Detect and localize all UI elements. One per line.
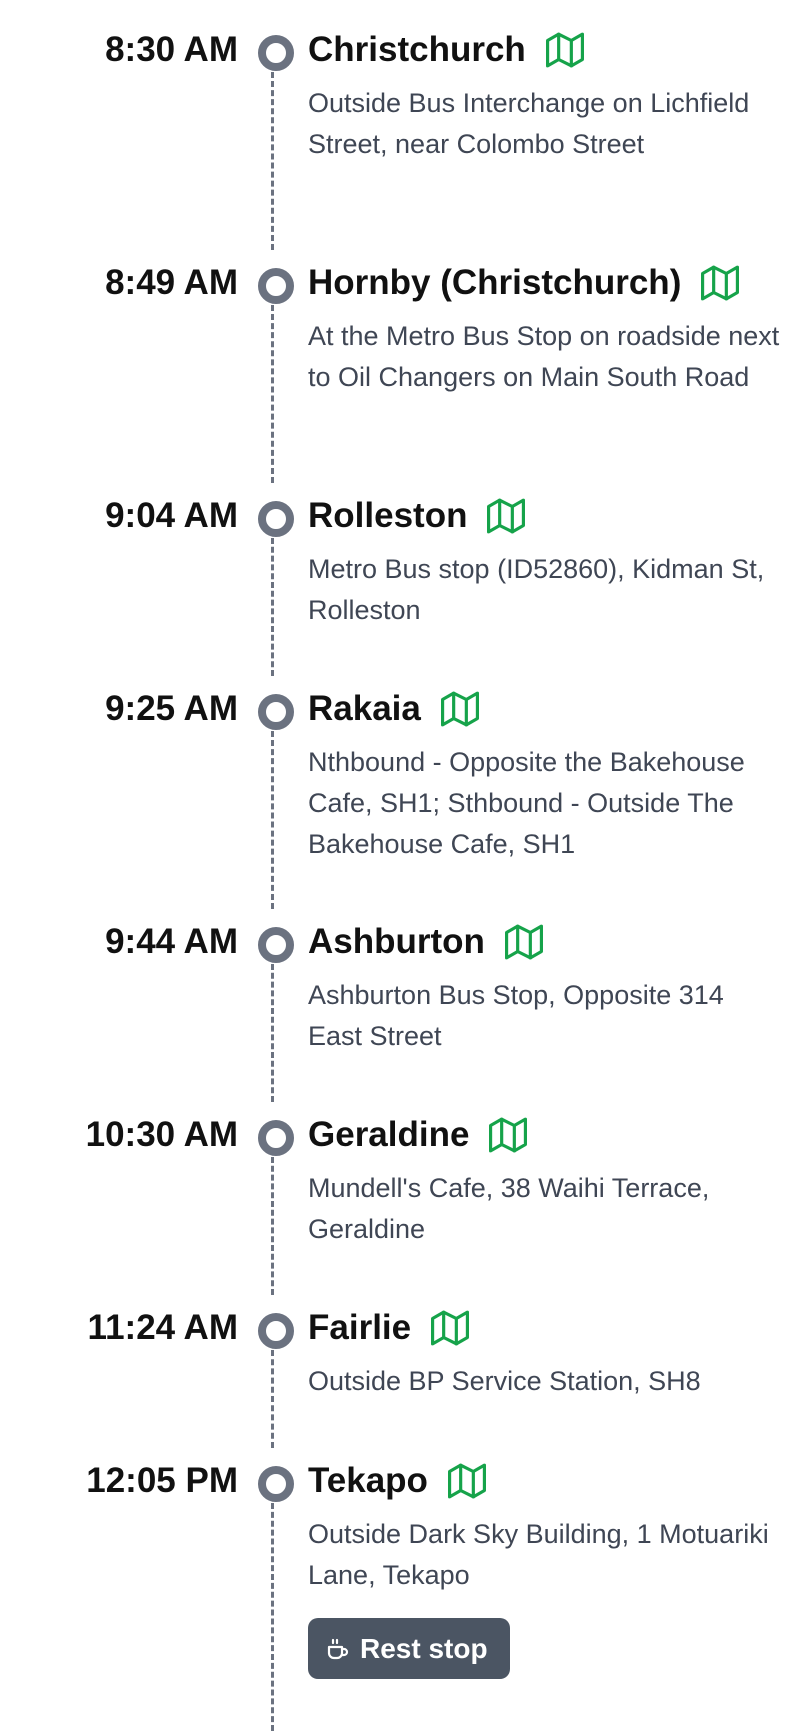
timeline-connector	[271, 1157, 274, 1295]
rest-stop-button[interactable]: Rest stop	[308, 1618, 510, 1679]
stop-node	[258, 35, 294, 71]
stop-time: 8:30 AM	[105, 30, 238, 69]
stop-name: Hornby (Christchurch)	[308, 263, 682, 302]
timeline-connector	[271, 538, 274, 676]
stop-time: 11:24 AM	[87, 1308, 238, 1347]
stop-address: Outside Bus Interchange on Lichfield Str…	[308, 88, 750, 159]
rest-stop-label: Rest stop	[360, 1632, 488, 1664]
stop-name: Fairlie	[308, 1308, 412, 1347]
stop-name: Rolleston	[308, 496, 468, 535]
stop-node	[258, 694, 294, 730]
timeline-connector	[271, 1503, 274, 1731]
map-icon[interactable]	[701, 264, 740, 302]
stop-node	[258, 268, 294, 304]
stop-address: Outside BP Service Station, SH8	[308, 1366, 701, 1396]
stop-address: Mundell's Cafe, 38 Waihi Terrace, Gerald…	[308, 1173, 710, 1244]
stop-name: Geraldine	[308, 1115, 470, 1154]
timeline-connector	[271, 72, 274, 250]
timeline-connector	[271, 1350, 274, 1448]
route-timeline: 8:30 AM Christchurch Outside Bus Interch…	[0, 0, 800, 1731]
map-icon[interactable]	[545, 31, 584, 69]
stop-time: 9:25 AM	[105, 689, 238, 728]
timeline-connector	[271, 731, 274, 909]
stop-name: Christchurch	[308, 30, 526, 69]
stop-name: Tekapo	[308, 1461, 428, 1500]
stop-time: 12:05 PM	[86, 1461, 238, 1500]
map-icon[interactable]	[489, 1116, 528, 1154]
map-icon[interactable]	[447, 1462, 486, 1500]
timeline-connector	[271, 305, 274, 483]
stop-node	[258, 501, 294, 537]
stop-time: 9:44 AM	[105, 922, 238, 961]
stop-name: Ashburton	[308, 922, 485, 961]
map-icon[interactable]	[504, 923, 543, 961]
timeline-connector	[271, 964, 274, 1102]
stop-time: 10:30 AM	[85, 1115, 238, 1154]
stop-address: Outside Dark Sky Building, 1 Motuariki L…	[308, 1519, 769, 1590]
stop-node	[258, 927, 294, 963]
map-icon[interactable]	[440, 690, 479, 728]
map-icon[interactable]	[487, 497, 526, 535]
stop-time: 9:04 AM	[105, 496, 238, 535]
stop-address: Ashburton Bus Stop, Opposite 314 East St…	[308, 980, 724, 1051]
stop-node	[258, 1313, 294, 1349]
stop-address: Metro Bus stop (ID52860), Kidman St, Rol…	[308, 554, 765, 625]
stop-address: At the Metro Bus Stop on roadside next t…	[308, 321, 780, 392]
stop-time: 8:49 AM	[105, 263, 238, 302]
map-icon[interactable]	[431, 1309, 470, 1347]
stop-node	[258, 1466, 294, 1502]
stop-node	[258, 1120, 294, 1156]
coffee-cup-icon	[326, 1637, 350, 1661]
stop-address: Nthbound - Opposite the Bakehouse Cafe, …	[308, 747, 745, 859]
stop-name: Rakaia	[308, 689, 421, 728]
